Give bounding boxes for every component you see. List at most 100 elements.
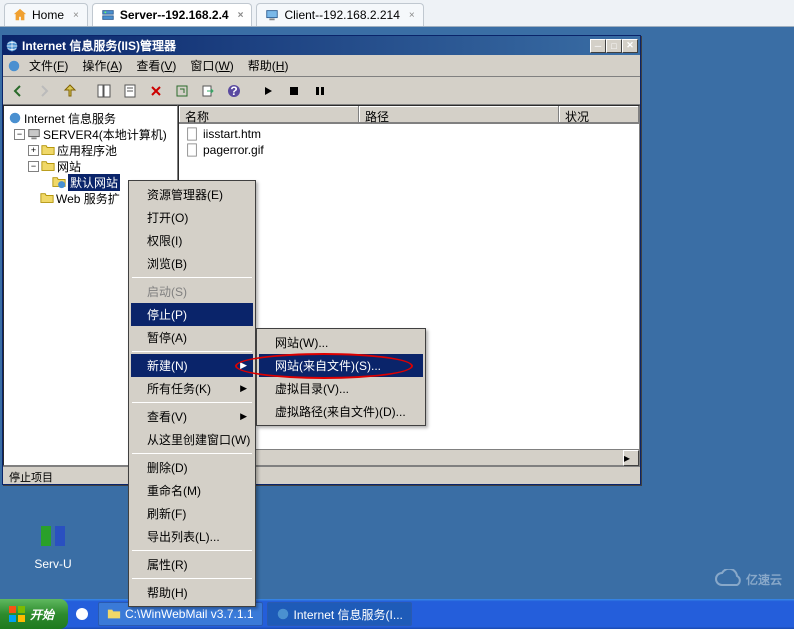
tab-close-icon[interactable]: × <box>409 10 415 21</box>
status-bar: 停止项目 <box>3 466 640 484</box>
client-icon <box>265 8 279 22</box>
ctx-item[interactable]: 打开(O) <box>131 206 253 229</box>
properties-button[interactable] <box>119 80 141 102</box>
menu-file[interactable]: 文件(F) <box>23 55 74 76</box>
app-menu-icon[interactable] <box>7 59 21 73</box>
folder-icon <box>41 143 55 157</box>
servu-icon <box>37 520 69 552</box>
tree-websites[interactable]: − 网站 <box>8 158 173 174</box>
window-title: Internet 信息服务(IIS)管理器 <box>22 37 590 54</box>
ctx-item[interactable]: 导出列表(L)... <box>131 525 253 548</box>
menu-help[interactable]: 帮助(H) <box>242 55 295 76</box>
col-path[interactable]: 路径 <box>359 106 559 123</box>
tree-server[interactable]: − SERVER4(本地计算机) <box>8 126 173 142</box>
col-name[interactable]: 名称 <box>179 106 359 123</box>
quick-launch-icon[interactable] <box>74 606 90 622</box>
taskbar: 开始 C:\WinWebMail v3.7.1.1 Internet 信息服务(… <box>0 599 794 629</box>
ctx-item[interactable]: 浏览(B) <box>131 252 253 275</box>
ctx-item[interactable]: 新建(N)▶ <box>131 354 253 377</box>
forward-button[interactable] <box>33 80 55 102</box>
folder-icon <box>107 607 121 621</box>
ctx-item[interactable]: 帮助(H) <box>131 581 253 604</box>
ctx-item[interactable]: 虚拟目录(V)... <box>259 377 423 400</box>
tree-root[interactable]: Internet 信息服务 <box>8 110 173 126</box>
menu-view[interactable]: 查看(V) <box>130 55 182 76</box>
maximize-button[interactable]: □ <box>606 39 622 53</box>
ctx-item[interactable]: 停止(P) <box>131 303 253 326</box>
minimize-button[interactable]: ─ <box>590 39 606 53</box>
desktop-icon-servu[interactable]: Serv-U <box>18 520 88 571</box>
delete-button[interactable] <box>145 80 167 102</box>
col-status[interactable]: 状况 <box>559 106 639 123</box>
tree-app-pool[interactable]: + 应用程序池 <box>8 142 173 158</box>
ctx-item[interactable]: 重命名(M) <box>131 479 253 502</box>
help-button[interactable]: ? <box>223 80 245 102</box>
file-name: iisstart.htm <box>203 127 261 141</box>
browser-tab-client[interactable]: Client--192.168.2.214 × <box>256 3 423 26</box>
collapse-icon[interactable]: − <box>28 161 39 172</box>
ctx-item[interactable]: 刷新(F) <box>131 502 253 525</box>
title-bar[interactable]: Internet 信息服务(IIS)管理器 ─ □ ✕ <box>3 36 640 55</box>
window-sys-buttons: ─ □ ✕ <box>590 39 638 53</box>
list-header: 名称 路径 状况 <box>179 106 639 124</box>
toolbar: ? <box>3 77 640 105</box>
close-button[interactable]: ✕ <box>622 39 638 53</box>
ctx-item[interactable]: 网站(来自文件)(S)... <box>259 354 423 377</box>
back-button[interactable] <box>7 80 29 102</box>
tab-close-icon[interactable]: × <box>73 10 79 21</box>
ctx-item[interactable]: 资源管理器(E) <box>131 183 253 206</box>
ctx-item[interactable]: 网站(W)... <box>259 331 423 354</box>
file-icon <box>185 127 199 141</box>
start-button[interactable] <box>257 80 279 102</box>
ctx-item[interactable]: 从这里创建窗口(W) <box>131 428 253 451</box>
folder-icon <box>41 159 55 173</box>
home-icon <box>13 8 27 22</box>
ctx-item[interactable]: 查看(V)▶ <box>131 405 253 428</box>
tab-close-icon[interactable]: × <box>238 10 244 21</box>
menu-bar: 文件(F) 操作(A) 查看(V) 窗口(W) 帮助(H) <box>3 55 640 77</box>
up-button[interactable] <box>59 80 81 102</box>
context-menu: 资源管理器(E)打开(O)权限(I)浏览(B) 启动(S)停止(P)暂停(A) 新建… <box>128 180 256 607</box>
ctx-item[interactable]: 暂停(A) <box>131 326 253 349</box>
cloud-icon <box>714 569 742 589</box>
watermark: 亿速云 <box>714 569 782 589</box>
ctx-item[interactable]: 虚拟路径(来自文件)(D)... <box>259 400 423 423</box>
iis-icon <box>276 607 290 621</box>
server-icon <box>101 8 115 22</box>
ctx-item[interactable]: 属性(R) <box>131 553 253 576</box>
show-tree-button[interactable] <box>93 80 115 102</box>
tab-label: Home <box>32 8 64 22</box>
tab-label: Server--192.168.2.4 <box>120 8 229 22</box>
tab-label: Client--192.168.2.214 <box>284 8 399 22</box>
svg-text:?: ? <box>230 84 237 98</box>
menu-action[interactable]: 操作(A) <box>76 55 128 76</box>
browser-tab-home[interactable]: Home × <box>4 3 88 26</box>
menu-window[interactable]: 窗口(W) <box>184 55 239 76</box>
pause-button[interactable] <box>309 80 331 102</box>
ctx-item[interactable]: 所有任务(K)▶ <box>131 377 253 400</box>
start-button[interactable]: 开始 <box>0 599 68 629</box>
site-icon <box>52 175 66 189</box>
browser-tab-server[interactable]: Server--192.168.2.4 × <box>92 3 253 26</box>
file-row[interactable]: iisstart.htm <box>181 126 637 142</box>
file-name: pagerror.gif <box>203 143 264 157</box>
collapse-icon[interactable]: − <box>14 129 25 140</box>
windows-logo-icon <box>8 605 26 623</box>
taskbar-item-iis[interactable]: Internet 信息服务(I... <box>267 602 412 626</box>
file-icon <box>185 143 199 157</box>
context-submenu-new: 网站(W)...网站(来自文件)(S)...虚拟目录(V)...虚拟路径(来自文… <box>256 328 426 426</box>
globe-icon <box>8 111 22 125</box>
folder-icon <box>40 191 54 205</box>
file-row[interactable]: pagerror.gif <box>181 142 637 158</box>
expand-icon[interactable]: + <box>28 145 39 156</box>
computer-icon <box>27 127 41 141</box>
ctx-item[interactable]: 删除(D) <box>131 456 253 479</box>
iis-icon <box>5 39 19 53</box>
stop-button[interactable] <box>283 80 305 102</box>
ctx-item: 启动(S) <box>131 280 253 303</box>
browser-tab-strip: Home × Server--192.168.2.4 × Client--192… <box>0 0 794 27</box>
ctx-item[interactable]: 权限(I) <box>131 229 253 252</box>
refresh-button[interactable] <box>171 80 193 102</box>
scroll-right-button[interactable]: ▸ <box>623 450 639 466</box>
export-button[interactable] <box>197 80 219 102</box>
